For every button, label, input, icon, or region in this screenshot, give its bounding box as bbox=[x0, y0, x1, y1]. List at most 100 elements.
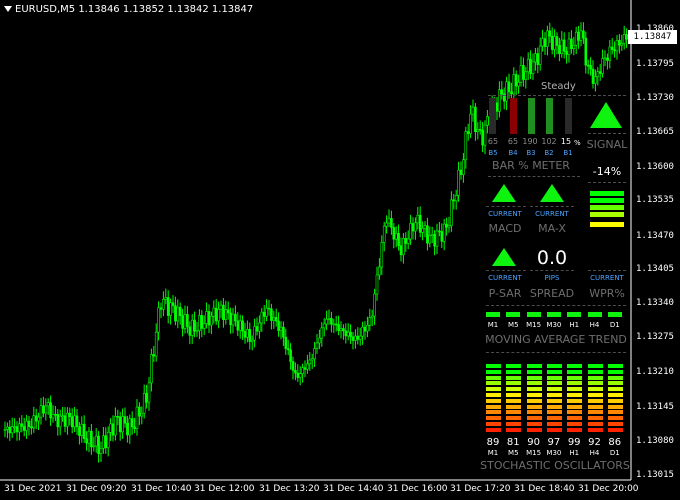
candle-body bbox=[231, 313, 235, 326]
candle-body bbox=[397, 233, 400, 246]
candle-body bbox=[226, 309, 230, 314]
candle-body bbox=[560, 39, 564, 54]
p-sar-up-arrow-icon bbox=[492, 248, 516, 266]
stochastic-bar-segment bbox=[486, 427, 501, 432]
price-tick-label: 1.13015 bbox=[636, 470, 674, 480]
stochastic-bar-segment bbox=[567, 387, 583, 392]
candle-body bbox=[277, 320, 280, 331]
stochastic-bar-segment bbox=[546, 416, 562, 421]
candle-body bbox=[66, 412, 69, 427]
stochastic-bar-segment bbox=[607, 427, 623, 432]
meter-label-b2: B2 bbox=[544, 149, 554, 157]
candle-body bbox=[387, 218, 391, 224]
price-tick-label: 1.13145 bbox=[636, 402, 674, 412]
stochastic-bar-segment bbox=[587, 404, 603, 409]
candle-body bbox=[349, 331, 352, 338]
stochastic-bar-segment bbox=[607, 381, 623, 386]
stochastic-bar-segment bbox=[506, 387, 522, 392]
candle-body bbox=[337, 324, 340, 331]
candle-body bbox=[214, 307, 218, 322]
dropdown-triangle-icon[interactable] bbox=[4, 6, 12, 12]
candle-body bbox=[301, 367, 304, 374]
candle-body bbox=[500, 89, 504, 95]
candle-body bbox=[478, 129, 482, 131]
candle-body bbox=[543, 38, 547, 47]
candle-body bbox=[18, 423, 21, 433]
candle-body bbox=[42, 405, 45, 414]
stochastic-value: 89 bbox=[486, 437, 500, 448]
meter-value-unit: % bbox=[574, 139, 581, 147]
candle-body bbox=[73, 415, 76, 428]
candle-body bbox=[207, 311, 211, 326]
candle-body bbox=[291, 361, 295, 371]
time-tick-label: 31 Dec 13:20 bbox=[259, 484, 320, 494]
candle-body bbox=[128, 418, 132, 436]
stochastic-bar-segment bbox=[526, 427, 542, 432]
stochastic-bar-segment bbox=[567, 422, 583, 426]
candle-body bbox=[255, 326, 259, 332]
candle-body bbox=[318, 337, 321, 344]
meter-label-b4: B4 bbox=[508, 149, 518, 157]
stochastic-value: 99 bbox=[567, 437, 581, 448]
candle-body bbox=[447, 225, 451, 228]
candle-body bbox=[150, 354, 153, 384]
candle-body bbox=[13, 426, 16, 428]
stochastic-bar-segment bbox=[526, 369, 542, 374]
candle-body bbox=[282, 326, 285, 338]
candle-body bbox=[272, 317, 276, 321]
candle-body bbox=[584, 37, 588, 66]
time-tick-label: 31 Dec 16:00 bbox=[387, 484, 448, 494]
level-bar-2 bbox=[590, 198, 624, 203]
meter-bar-b1 bbox=[565, 98, 572, 134]
price-tick-label: 1.13340 bbox=[636, 298, 674, 308]
candle-body bbox=[315, 342, 319, 349]
stochastic-bar-segment bbox=[587, 369, 603, 374]
candle-body bbox=[109, 423, 112, 433]
candle-body bbox=[586, 64, 590, 67]
candle-body bbox=[538, 45, 542, 65]
candle-body bbox=[313, 348, 316, 360]
candle-body bbox=[51, 413, 55, 419]
candle-body bbox=[466, 131, 470, 134]
stochastic-bar-segment bbox=[506, 369, 522, 374]
macd-status: CURRENT bbox=[488, 210, 522, 218]
candle-body bbox=[409, 223, 412, 240]
candle-body bbox=[574, 31, 578, 46]
candle-body bbox=[435, 230, 439, 247]
stochastic-bar-segment bbox=[607, 410, 623, 415]
stochastic-bar-segment bbox=[567, 427, 583, 432]
stochastic-bar-segment bbox=[506, 364, 522, 368]
candle-body bbox=[423, 225, 427, 229]
ma-trend-bar bbox=[486, 312, 500, 317]
candle-body bbox=[390, 218, 393, 228]
candle-body bbox=[339, 328, 343, 331]
candle-body bbox=[325, 318, 328, 325]
candle-body bbox=[406, 238, 410, 244]
candle-body bbox=[70, 416, 74, 428]
price-tick-label: 1.13730 bbox=[636, 93, 674, 103]
price-tick-label: 1.13405 bbox=[636, 264, 674, 274]
candle-body bbox=[615, 40, 619, 52]
candle-body bbox=[258, 322, 261, 332]
candle-body bbox=[138, 406, 141, 417]
candle-body bbox=[361, 326, 364, 337]
candle-body bbox=[327, 318, 331, 320]
stochastic-bar-segment bbox=[607, 422, 623, 426]
candle-body bbox=[370, 315, 374, 318]
candle-body bbox=[130, 418, 134, 428]
stochastic-bar-segment bbox=[587, 398, 603, 403]
candle-body bbox=[147, 382, 151, 403]
stochastic-bar-segment bbox=[607, 398, 623, 403]
stochastic-bar-segment bbox=[567, 369, 583, 374]
candle-body bbox=[558, 45, 561, 54]
candle-body bbox=[579, 30, 583, 41]
stochastic-bar-segment bbox=[526, 422, 542, 426]
candle-body bbox=[133, 426, 136, 429]
time-tick-label: 31 Dec 14:40 bbox=[323, 484, 384, 494]
candle-body bbox=[294, 370, 297, 374]
candle-body bbox=[375, 274, 379, 295]
candle-body bbox=[104, 435, 108, 449]
candle-body bbox=[548, 30, 552, 37]
candle-body bbox=[334, 323, 338, 326]
candle-body bbox=[85, 438, 88, 444]
